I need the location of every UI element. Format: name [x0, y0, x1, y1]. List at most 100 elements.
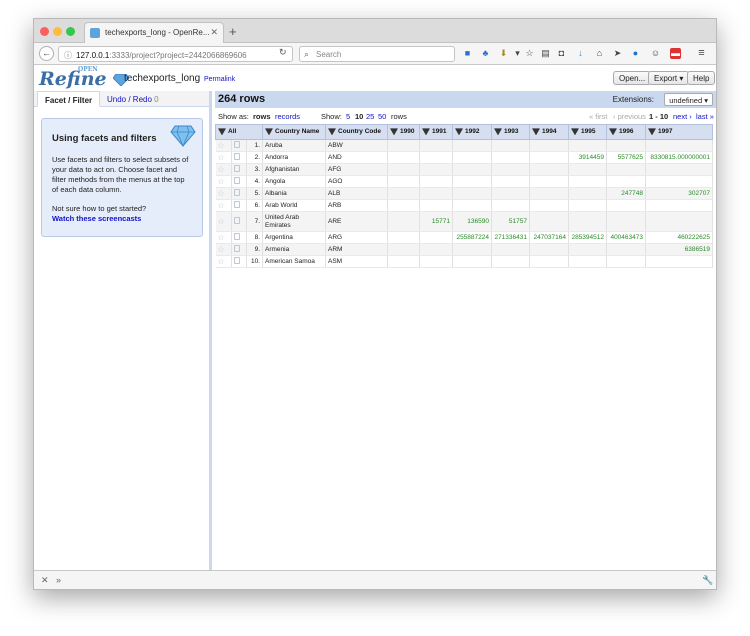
cell-value[interactable] [419, 231, 453, 244]
cell-country-name[interactable]: Aruba [262, 139, 326, 152]
cell-value[interactable] [645, 255, 713, 268]
cell-value[interactable]: 3914459 [568, 151, 607, 164]
cell-value[interactable]: 51757 [491, 211, 530, 232]
cell-value[interactable]: 271336431 [491, 231, 530, 244]
star-icon[interactable]: ☆ [215, 231, 232, 244]
cell-value[interactable] [452, 175, 492, 188]
cell-country-code[interactable]: AFG [325, 163, 388, 176]
cell-value[interactable] [606, 255, 646, 268]
cell-value[interactable] [606, 243, 646, 256]
cell-value[interactable]: 247748 [606, 187, 646, 200]
page-size-10[interactable]: 10 [355, 112, 363, 121]
cell-value[interactable] [491, 187, 530, 200]
column-header-1990[interactable]: 1990 [387, 124, 420, 140]
cell-value[interactable]: 247037164 [529, 231, 569, 244]
cell-value[interactable] [568, 255, 607, 268]
cell-value[interactable]: 5577625 [606, 151, 646, 164]
column-header-all[interactable]: All [215, 124, 263, 140]
column-menu-icon[interactable] [328, 128, 336, 136]
pager-previous[interactable]: ‹ previous [613, 112, 646, 121]
flag-icon[interactable] [231, 199, 247, 212]
column-header-1995[interactable]: 1995 [568, 124, 607, 140]
column-menu-icon[interactable] [571, 128, 579, 136]
flag-icon[interactable] [231, 231, 247, 244]
cell-value[interactable]: 15771 [419, 211, 453, 232]
search-input[interactable]: ⌕ Search [299, 46, 455, 62]
cell-value[interactable]: 8330815.000000001 [645, 151, 713, 164]
tab-undo-redo[interactable]: Undo / Redo 0 [100, 91, 166, 107]
cell-country-code[interactable]: AND [325, 151, 388, 164]
bookmark-icon[interactable]: ☆ [524, 48, 535, 59]
cell-value[interactable] [568, 187, 607, 200]
flag-icon[interactable] [231, 139, 247, 152]
permalink-link[interactable]: Permalink [204, 76, 235, 83]
cell-value[interactable]: 136590 [452, 211, 492, 232]
cell-value[interactable] [452, 139, 492, 152]
new-tab-button[interactable]: + [229, 24, 237, 39]
expand-icon[interactable]: » [56, 575, 61, 585]
cell-value[interactable] [568, 243, 607, 256]
cell-country-name[interactable]: American Samoa [262, 255, 326, 268]
column-header-1997[interactable]: 1997 [645, 124, 713, 140]
cell-value[interactable] [529, 187, 569, 200]
cell-value[interactable] [529, 151, 569, 164]
cell-value[interactable] [387, 163, 420, 176]
flag-icon[interactable] [231, 151, 247, 164]
cell-value[interactable] [645, 175, 713, 188]
cell-value[interactable] [419, 175, 453, 188]
reading-list-icon[interactable]: ■ [462, 48, 473, 59]
cell-value[interactable] [491, 243, 530, 256]
cell-value[interactable] [452, 255, 492, 268]
cell-value[interactable] [568, 199, 607, 212]
cell-value[interactable]: 255887224 [452, 231, 492, 244]
share-icon[interactable]: ♣ [480, 48, 491, 59]
page-size-5[interactable]: 5 [346, 112, 350, 121]
drop-icon[interactable]: ● [630, 48, 641, 59]
cell-value[interactable] [387, 231, 420, 244]
star-icon[interactable]: ☆ [215, 187, 232, 200]
cell-country-name[interactable]: Armenia [262, 243, 326, 256]
send-icon[interactable]: ➤ [612, 48, 623, 59]
tab-facet-filter[interactable]: Facet / Filter [37, 91, 101, 107]
cell-value[interactable] [491, 151, 530, 164]
star-icon[interactable]: ☆ [215, 139, 232, 152]
page-size-50[interactable]: 50 [378, 112, 386, 121]
cell-country-name[interactable]: Argentina [262, 231, 326, 244]
cell-country-code[interactable]: ARB [325, 199, 388, 212]
cell-value[interactable] [419, 187, 453, 200]
column-header-country-name[interactable]: Country Name [262, 124, 326, 140]
cell-value[interactable] [491, 139, 530, 152]
cell-value[interactable] [606, 163, 646, 176]
cell-value[interactable] [452, 243, 492, 256]
cell-country-name[interactable]: Angola [262, 175, 326, 188]
flag-icon[interactable] [231, 255, 247, 268]
flag-icon[interactable] [231, 243, 247, 256]
reload-icon[interactable]: ↻ [279, 47, 287, 58]
export-button[interactable]: Export ▾ [648, 71, 690, 85]
cell-value[interactable] [645, 163, 713, 176]
close-window-button[interactable] [40, 27, 49, 36]
cell-value[interactable] [568, 139, 607, 152]
cell-value[interactable]: 285394512 [568, 231, 607, 244]
cell-value[interactable] [491, 163, 530, 176]
cell-country-code[interactable]: ARE [325, 211, 388, 232]
cell-value[interactable] [645, 139, 713, 152]
cell-country-name[interactable]: Albania [262, 187, 326, 200]
cell-value[interactable] [452, 187, 492, 200]
column-header-1996[interactable]: 1996 [606, 124, 646, 140]
cell-value[interactable]: 6386519 [645, 243, 713, 256]
star-icon[interactable]: ☆ [215, 151, 232, 164]
column-menu-icon[interactable] [390, 128, 398, 136]
cell-value[interactable] [387, 151, 420, 164]
column-menu-icon[interactable] [265, 128, 273, 136]
extensions-select[interactable]: undefined ▾ [664, 93, 713, 106]
home-icon[interactable]: ⌂ [594, 48, 605, 59]
cell-value[interactable] [529, 139, 569, 152]
pager-last[interactable]: last » [696, 112, 714, 121]
star-icon[interactable]: ☆ [215, 243, 232, 256]
back-button[interactable]: ← [39, 46, 54, 61]
cell-country-code[interactable]: ARM [325, 243, 388, 256]
cell-country-name[interactable]: Andorra [262, 151, 326, 164]
cell-value[interactable] [419, 199, 453, 212]
flag-icon[interactable] [231, 175, 247, 188]
